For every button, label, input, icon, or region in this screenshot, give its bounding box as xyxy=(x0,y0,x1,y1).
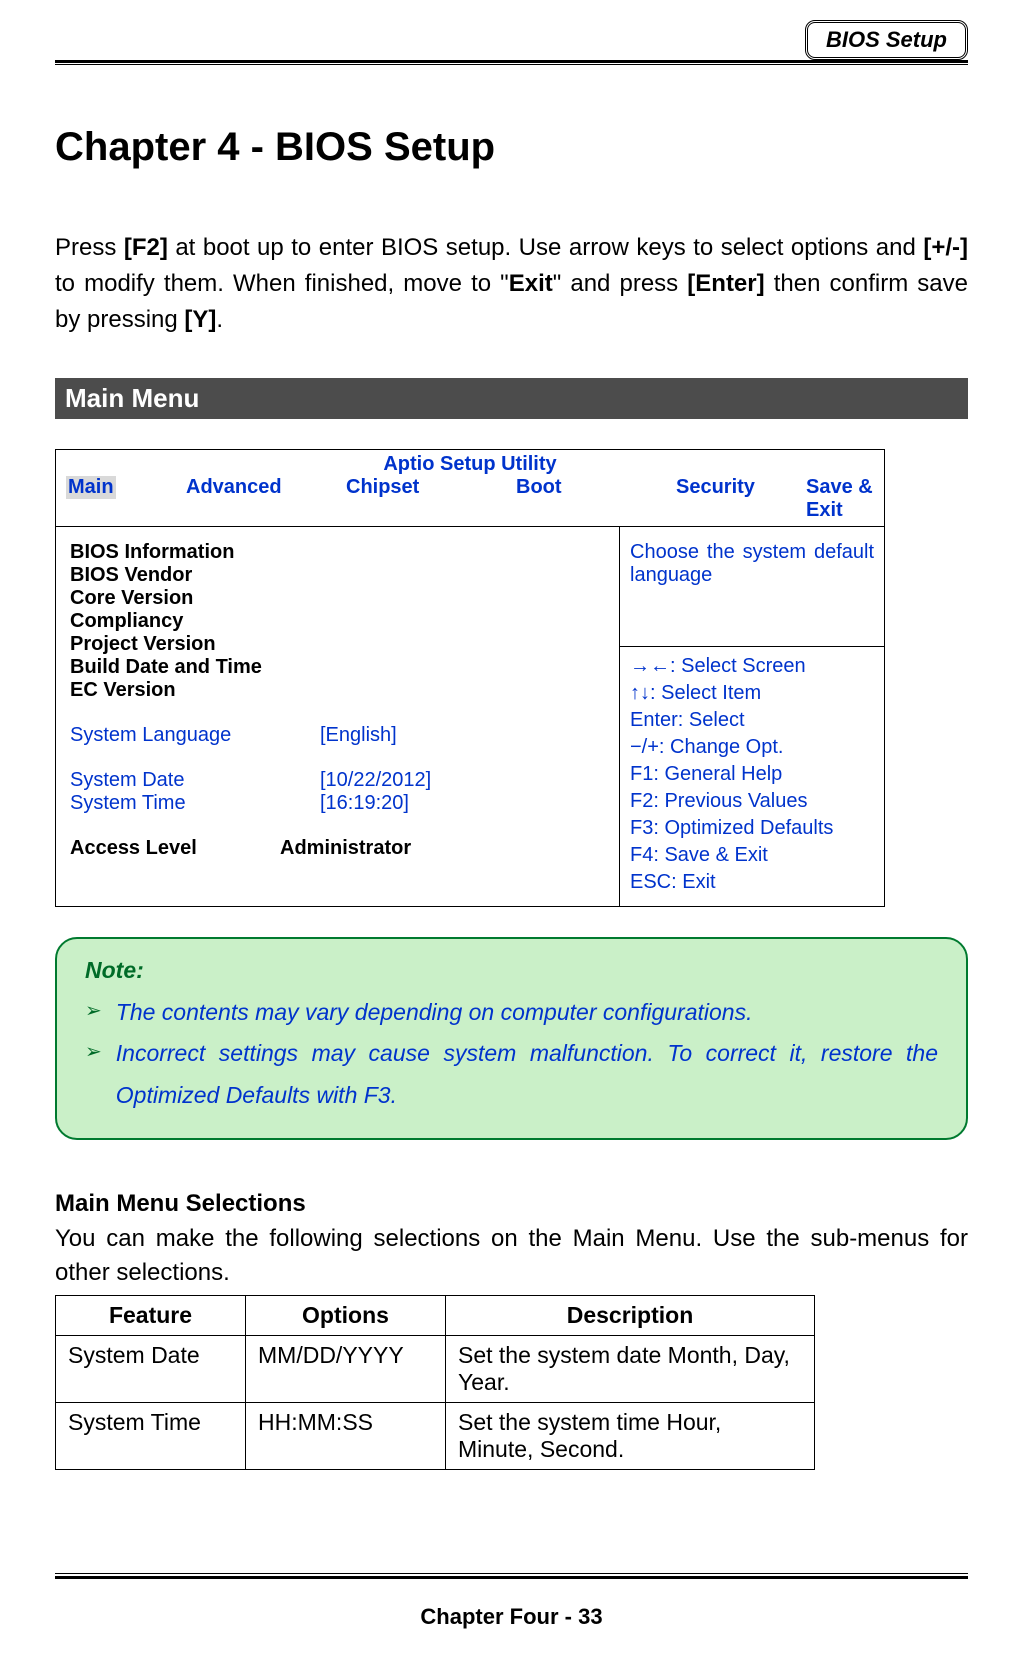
tab-main-label: Main xyxy=(66,476,116,499)
subsection-intro: You can make the following selections on… xyxy=(55,1222,968,1289)
aptio-main-content: BIOS Information BIOS Vendor Core Versio… xyxy=(56,527,620,906)
tab-advanced[interactable]: Advanced xyxy=(186,476,346,522)
page-footer: Chapter Four - 33 xyxy=(55,1573,968,1630)
core-version-label: Core Version xyxy=(70,587,609,610)
note-title: Note: xyxy=(85,957,938,984)
bullet-icon: ➢ xyxy=(85,992,102,1033)
footer-text: Chapter Four - 33 xyxy=(55,1604,968,1630)
cell-description: Set the system date Month, Day, Year. xyxy=(446,1336,815,1403)
intro-text: . xyxy=(216,306,223,333)
nav-key-line: ESC: Exit xyxy=(630,869,874,896)
nav-key-line: Enter: Select xyxy=(630,707,874,734)
key-exit: Exit xyxy=(509,270,553,297)
section-heading-main-menu: Main Menu xyxy=(55,378,968,419)
nav-key-line: F1: General Help xyxy=(630,761,874,788)
option-help-text: Choose the system default language xyxy=(620,527,884,647)
subsection-heading: Main Menu Selections xyxy=(55,1190,968,1218)
page-title: Chapter 4 - BIOS Setup xyxy=(55,125,968,170)
bios-vendor-label: BIOS Vendor xyxy=(70,564,609,587)
intro-paragraph: Press [F2] at boot up to enter BIOS setu… xyxy=(55,230,968,338)
cell-description: Set the system time Hour, Minute, Second… xyxy=(446,1403,815,1470)
cell-options: MM/DD/YYYY xyxy=(246,1336,446,1403)
compliancy-label: Compliancy xyxy=(70,610,609,633)
key-enter: [Enter] xyxy=(687,270,764,297)
navigation-keys: →←: Select Screen ↑↓: Select Item Enter:… xyxy=(620,647,884,906)
cell-feature: System Time xyxy=(56,1403,246,1470)
tab-boot[interactable]: Boot xyxy=(516,476,676,522)
access-level-label: Access Level xyxy=(70,837,280,860)
intro-text: Press xyxy=(55,234,124,261)
nav-key-line: F3: Optimized Defaults xyxy=(630,815,874,842)
tab-save-exit[interactable]: Save & Exit xyxy=(806,476,874,522)
note-text: The contents may vary depending on compu… xyxy=(116,992,938,1033)
header-badge: BIOS Setup xyxy=(805,20,968,60)
key-plus-minus: [+/-] xyxy=(923,234,968,261)
table-header-options: Options xyxy=(246,1296,446,1336)
aptio-tabs: Main Advanced Chipset Boot Security Save… xyxy=(56,476,884,527)
intro-text: to modify them. When finished, move to " xyxy=(55,270,509,297)
key-f2: [F2] xyxy=(124,234,168,261)
system-language-value[interactable]: [English] xyxy=(320,724,397,747)
access-level-value: Administrator xyxy=(280,837,411,860)
page-header: BIOS Setup xyxy=(55,20,968,70)
build-date-label: Build Date and Time xyxy=(70,656,609,679)
note-box: Note: ➢ The contents may vary depending … xyxy=(55,937,968,1140)
aptio-title: Aptio Setup Utility xyxy=(56,450,884,476)
tab-security[interactable]: Security xyxy=(676,476,806,522)
aptio-setup-panel: Aptio Setup Utility Main Advanced Chipse… xyxy=(55,449,885,907)
system-time-label[interactable]: System Time xyxy=(70,792,320,815)
cell-options: HH:MM:SS xyxy=(246,1403,446,1470)
cell-feature: System Date xyxy=(56,1336,246,1403)
table-row: System Date MM/DD/YYYY Set the system da… xyxy=(56,1336,815,1403)
nav-key-line: F4: Save & Exit xyxy=(630,842,874,869)
table-header-feature: Feature xyxy=(56,1296,246,1336)
footer-rule xyxy=(55,1573,968,1579)
nav-key-line: −/+: Change Opt. xyxy=(630,734,874,761)
project-version-label: Project Version xyxy=(70,633,609,656)
system-language-label[interactable]: System Language xyxy=(70,724,320,747)
header-rule xyxy=(55,60,968,65)
system-time-value[interactable]: [16:19:20] xyxy=(320,792,409,815)
system-date-value[interactable]: [10/22/2012] xyxy=(320,769,431,792)
intro-text: " and press xyxy=(553,270,688,297)
tab-main[interactable]: Main xyxy=(66,476,186,522)
tab-chipset[interactable]: Chipset xyxy=(346,476,516,522)
selections-table: Feature Options Description System Date … xyxy=(55,1295,815,1470)
table-header-description: Description xyxy=(446,1296,815,1336)
intro-text: at boot up to enter BIOS setup. Use arro… xyxy=(168,234,923,261)
table-row: System Time HH:MM:SS Set the system time… xyxy=(56,1403,815,1470)
key-y: [Y] xyxy=(184,306,216,333)
nav-key-line: F2: Previous Values xyxy=(630,788,874,815)
system-date-label[interactable]: System Date xyxy=(70,769,320,792)
nav-key-line: →←: Select Screen xyxy=(630,653,874,680)
bios-info-heading: BIOS Information xyxy=(70,541,609,564)
note-text: Incorrect settings may cause system malf… xyxy=(116,1033,938,1116)
bullet-icon: ➢ xyxy=(85,1033,102,1116)
nav-key-line: ↑↓: Select Item xyxy=(630,680,874,707)
ec-version-label: EC Version xyxy=(70,679,609,702)
